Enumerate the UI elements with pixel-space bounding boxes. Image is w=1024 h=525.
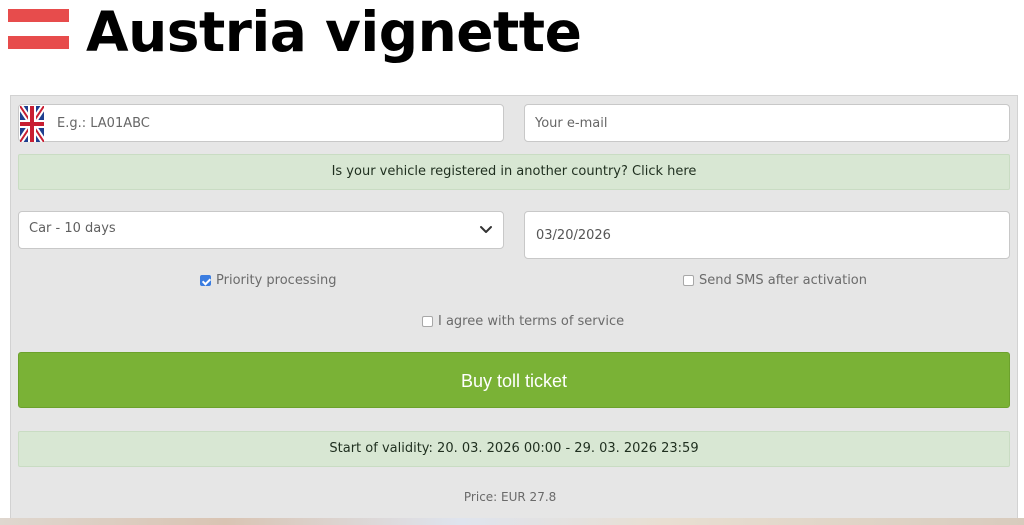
austria-flag-red-bottom <box>8 35 69 49</box>
sms-activation-checkbox[interactable] <box>683 275 694 286</box>
sms-activation-label: Send SMS after activation <box>699 273 867 288</box>
price-label: Price: EUR 27.8 ￼ <box>463 490 561 504</box>
other-country-link[interactable]: Is your vehicle registered in another co… <box>18 154 1010 190</box>
license-plate-input[interactable] <box>19 105 503 141</box>
chevron-down-icon <box>480 226 492 233</box>
austria-flag-red-top <box>8 9 69 23</box>
page-header: Austria vignette <box>0 0 1024 80</box>
validity-period-notice: Start of validity: 20. 03. 2026 00:00 - … <box>18 431 1010 467</box>
terms-label: I agree with terms of service <box>438 314 625 329</box>
vignette-duration-select[interactable]: Car - 10 days <box>18 211 504 249</box>
background-image-strip <box>0 518 1024 525</box>
vignette-page: Austria vignette Is your vehicle registe… <box>0 0 1024 525</box>
terms-option[interactable]: I agree with terms of service <box>422 314 624 329</box>
priority-processing-label: Priority processing <box>216 273 337 288</box>
license-plate-field[interactable] <box>18 104 504 142</box>
uk-flag-icon <box>20 106 44 142</box>
validity-date-field[interactable] <box>524 211 1010 259</box>
email-input[interactable] <box>525 105 1009 141</box>
selected-duration: Car - 10 days <box>29 221 116 236</box>
email-field[interactable] <box>524 104 1010 142</box>
terms-checkbox[interactable] <box>422 316 433 327</box>
validity-date-input[interactable] <box>525 212 1009 258</box>
austria-flag-icon <box>8 9 69 49</box>
buy-toll-ticket-button[interactable]: Buy toll ticket <box>18 352 1010 408</box>
priority-processing-checkbox[interactable] <box>200 275 211 286</box>
austria-flag-white-middle <box>8 22 69 36</box>
sms-activation-option[interactable]: Send SMS after activation <box>683 273 867 288</box>
page-title: Austria vignette <box>86 0 582 64</box>
priority-processing-option[interactable]: Priority processing <box>200 273 336 288</box>
